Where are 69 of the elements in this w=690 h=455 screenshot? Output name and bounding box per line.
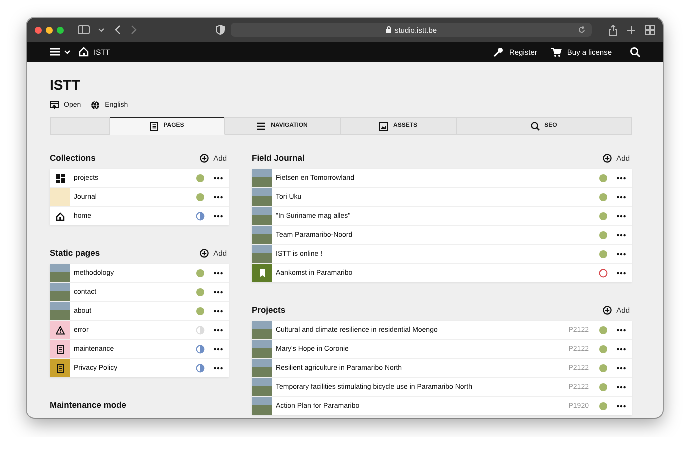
more-icon[interactable] — [617, 196, 626, 198]
photo-placeholder — [252, 169, 272, 187]
more-icon[interactable] — [617, 214, 626, 218]
photo-placeholder — [252, 378, 272, 396]
more-icon[interactable] — [214, 310, 223, 312]
photo-placeholder — [252, 207, 272, 225]
reload-icon[interactable] — [578, 26, 586, 34]
home-icon — [79, 47, 89, 57]
shield-icon[interactable] — [216, 25, 225, 35]
key-icon — [493, 46, 504, 58]
photo-placeholder — [252, 397, 272, 415]
section-title: Collections — [50, 153, 97, 163]
section-title: Maintenance mode — [50, 400, 128, 410]
photo-placeholder — [50, 302, 70, 320]
more-icon[interactable] — [214, 290, 223, 294]
sidebar-icon[interactable] — [78, 25, 90, 35]
more-icon[interactable] — [214, 348, 223, 350]
image-icon — [379, 122, 388, 130]
plus-circle-icon — [200, 154, 209, 162]
warning-icon — [56, 326, 64, 334]
list-icon — [257, 122, 266, 130]
document-icon — [150, 122, 159, 130]
photo-placeholder — [252, 245, 272, 263]
search-icon — [530, 122, 540, 130]
photo-placeholder — [252, 359, 272, 377]
document-icon — [56, 364, 64, 372]
globe-icon — [91, 101, 100, 110]
more-icon[interactable] — [214, 328, 223, 332]
forward-icon[interactable] — [130, 25, 138, 35]
back-icon[interactable] — [114, 25, 122, 35]
section-title: Field Journal — [252, 153, 306, 163]
open-site-icon — [50, 101, 59, 110]
plus-circle-icon — [200, 248, 209, 258]
tabs-overview-icon[interactable] — [645, 25, 655, 35]
more-icon[interactable] — [214, 272, 223, 274]
section-title: Static pages — [50, 248, 102, 258]
more-icon[interactable] — [214, 214, 223, 218]
home-icon — [56, 212, 64, 220]
photo-placeholder — [252, 226, 272, 244]
section-title: Projects — [252, 305, 287, 315]
photo-placeholder — [252, 321, 272, 339]
more-icon[interactable] — [617, 348, 626, 350]
photo-placeholder — [252, 188, 272, 206]
plus-circle-icon — [602, 306, 612, 314]
more-icon[interactable] — [214, 196, 223, 198]
share-icon[interactable] — [609, 24, 618, 36]
more-icon[interactable] — [617, 386, 626, 388]
photo-placeholder — [50, 264, 70, 282]
bookmark-icon — [258, 268, 266, 278]
more-icon[interactable] — [617, 272, 626, 274]
more-icon[interactable] — [214, 176, 223, 180]
search-icon[interactable] — [630, 46, 641, 58]
site-title: ISTT — [50, 76, 82, 95]
more-icon[interactable] — [617, 366, 626, 370]
more-icon[interactable] — [617, 404, 626, 408]
grid-icon — [56, 174, 64, 182]
more-icon[interactable] — [617, 176, 626, 180]
lock-icon — [386, 26, 392, 34]
photo-placeholder — [50, 283, 70, 301]
cart-icon — [551, 46, 562, 58]
plus-circle-icon — [602, 154, 612, 162]
plus-icon[interactable] — [627, 26, 636, 34]
photo-placeholder — [252, 340, 272, 358]
more-icon[interactable] — [214, 366, 223, 370]
menu-icon[interactable] — [49, 47, 61, 57]
more-icon[interactable] — [617, 328, 626, 332]
document-icon — [56, 344, 64, 354]
more-icon[interactable] — [617, 234, 626, 236]
more-icon[interactable] — [617, 252, 626, 256]
